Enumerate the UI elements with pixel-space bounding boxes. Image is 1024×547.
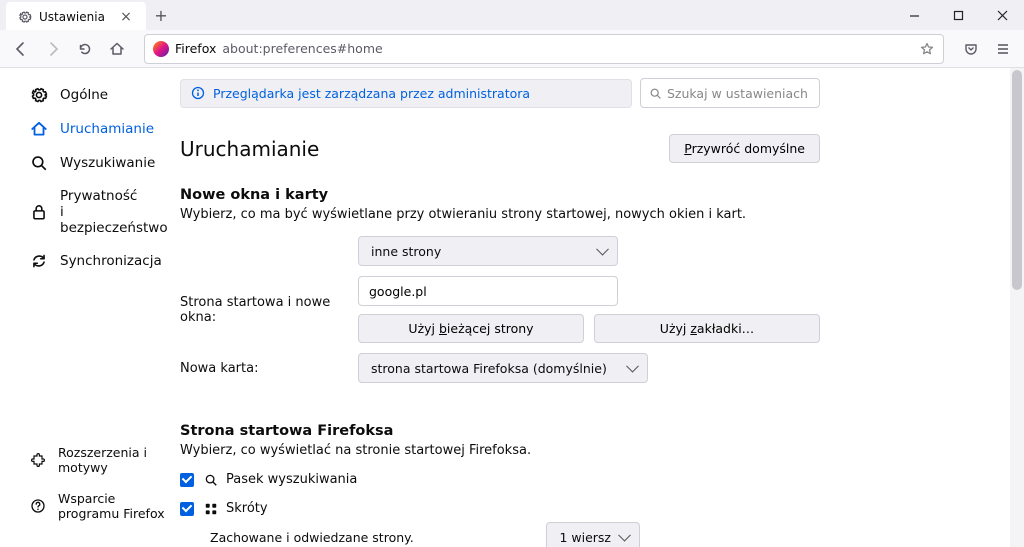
settings-search-input[interactable]: Szukaj w ustawieniach (640, 78, 820, 108)
bookmark-star-icon[interactable] (919, 41, 935, 57)
puzzle-icon (30, 451, 46, 469)
sidebar-item-label: Wyszukiwanie (60, 155, 155, 171)
section-firefoxhome-title: Strona startowa Firefoksa (180, 423, 820, 439)
nav-toolbar: Firefox about:preferences#home (0, 30, 1024, 68)
back-button[interactable] (6, 34, 36, 64)
home-button[interactable] (102, 34, 132, 64)
admin-info-bar[interactable]: Przeglądarka jest zarządzana przez admin… (180, 79, 632, 108)
sidebar-item-label: Prywatnośći bezpieczeństwo (60, 188, 168, 236)
sidebar-item-general[interactable]: Ogólne (0, 78, 180, 112)
info-icon (191, 86, 205, 100)
search-icon (30, 154, 48, 172)
scrollbar[interactable] (1010, 68, 1024, 547)
browser-tab[interactable]: Ustawienia × (6, 2, 146, 30)
newtab-mode-select[interactable]: strona startowa Firefoksa (domyślnie) (358, 353, 648, 383)
sync-icon (30, 252, 48, 270)
lock-icon (30, 203, 48, 221)
settings-main: Przeglądarka jest zarządzana przez admin… (180, 68, 1024, 547)
close-window-button[interactable] (980, 0, 1024, 30)
sidebar-item-home[interactable]: Uruchamianie (0, 112, 180, 146)
window-controls (892, 0, 1024, 30)
sidebar-item-label: Rozszerzenia i motywy (58, 445, 168, 475)
save-pocket-button[interactable] (956, 34, 986, 64)
url-host: Firefox (175, 41, 216, 56)
newtab-label: Nowa karta: (180, 361, 358, 376)
firefox-icon (153, 41, 169, 57)
gear-icon (30, 86, 48, 104)
sidebar-item-label: Uruchamianie (60, 121, 154, 137)
url-path: about:preferences#home (222, 41, 382, 56)
sidebar-item-search[interactable]: Wyszukiwanie (0, 146, 180, 180)
checkbox-websearch-label: Pasek wyszukiwania (204, 472, 357, 487)
settings-sidebar: Ogólne Uruchamianie Wyszukiwanie Prywatn… (0, 68, 180, 547)
section-windows-tabs-title: Nowe okna i karty (180, 187, 820, 203)
app-menu-button[interactable] (988, 34, 1018, 64)
use-current-page-button[interactable]: Użyj bieżącej strony (358, 314, 584, 343)
sidebar-item-label: Ogólne (60, 87, 108, 103)
homepage-url-input[interactable] (358, 276, 618, 306)
help-icon (30, 497, 46, 515)
restore-defaults-button[interactable]: Przywróć domyślne (669, 134, 820, 163)
forward-button[interactable] (38, 34, 68, 64)
reload-button[interactable] (70, 34, 100, 64)
sidebar-item-sync[interactable]: Synchronizacja (0, 244, 180, 278)
checkbox-shortcuts-label: Skróty (204, 501, 268, 516)
section-firefoxhome-desc: Wybierz, co wyświetlać na stronie starto… (180, 443, 820, 458)
info-text: Przeglądarka jest zarządzana przez admin… (213, 86, 530, 101)
sidebar-item-label: Wsparcie programu Firefox (58, 491, 168, 521)
maximize-button[interactable] (936, 0, 980, 30)
use-bookmark-button[interactable]: Użyj zakładki… (594, 314, 820, 343)
checkbox-websearch[interactable] (180, 473, 194, 487)
url-bar[interactable]: Firefox about:preferences#home (144, 34, 944, 64)
shortcuts-rows-select[interactable]: 1 wiersz (546, 522, 640, 547)
section-windows-tabs-desc: Wybierz, co ma być wyświetlane przy otwi… (180, 207, 820, 222)
minimize-button[interactable] (892, 0, 936, 30)
homepage-mode-select[interactable]: inne strony (358, 236, 618, 266)
titlebar: Ustawienia × + (0, 0, 1024, 30)
tab-title: Ustawienia (39, 10, 105, 24)
shortcuts-desc: Zachowane i odwiedzane strony. (210, 530, 414, 545)
gear-icon (18, 10, 32, 24)
sidebar-item-support[interactable]: Wsparcie programu Firefox (0, 483, 180, 529)
checkbox-shortcuts[interactable] (180, 502, 194, 516)
sidebar-item-label: Synchronizacja (60, 253, 162, 269)
sidebar-item-extensions[interactable]: Rozszerzenia i motywy (0, 437, 180, 483)
search-placeholder: Szukaj w ustawieniach (667, 86, 808, 101)
home-icon (30, 120, 48, 138)
new-tab-button[interactable]: + (146, 0, 176, 30)
page-title: Uruchamianie Przywróć domyślne (180, 134, 820, 163)
scrollbar-thumb[interactable] (1012, 70, 1022, 290)
sidebar-item-privacy[interactable]: Prywatnośći bezpieczeństwo (0, 180, 180, 244)
tab-close-icon[interactable]: × (118, 9, 134, 25)
homepage-label: Strona startowa i nowe okna: (180, 295, 358, 325)
